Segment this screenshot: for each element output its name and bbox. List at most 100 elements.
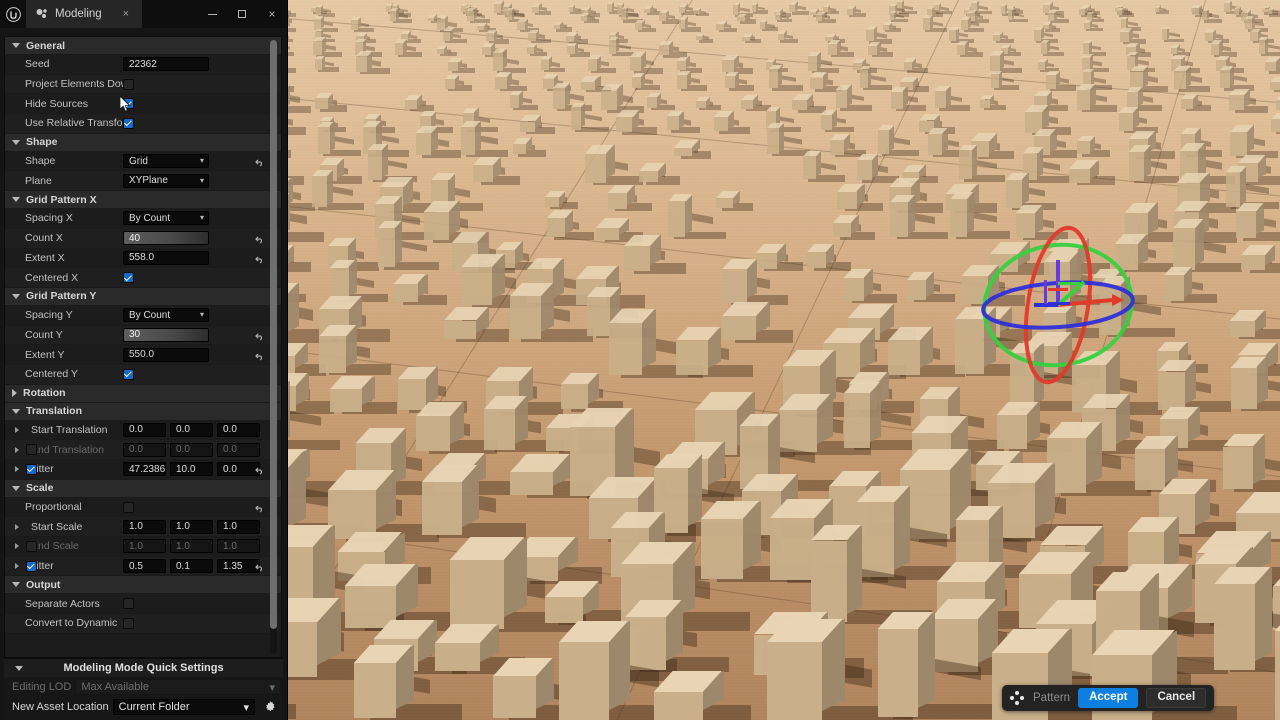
collapse-triangle-icon[interactable]	[12, 485, 20, 491]
expand-triangle-icon[interactable]	[15, 426, 19, 433]
reset-to-default-icon[interactable]	[253, 560, 265, 572]
enable-checkbox[interactable]	[26, 540, 37, 552]
expand-triangle-icon[interactable]	[15, 523, 19, 530]
start-translation-x-input[interactable]: 0.0	[123, 422, 166, 437]
property-row-spacing-x: Spacing X By Count ▾	[5, 209, 281, 229]
gear-icon[interactable]	[259, 700, 281, 714]
expand-triangle-icon[interactable]	[15, 446, 19, 453]
category-header-output[interactable]: Output	[5, 576, 281, 595]
reset-to-default-icon[interactable]	[253, 155, 265, 167]
jitter-x-input[interactable]: 47.2386	[123, 462, 166, 477]
centered-x-checkbox[interactable]	[123, 272, 134, 284]
property-label: Convert to Dynamic	[25, 617, 118, 630]
reset-to-default-icon[interactable]	[253, 252, 265, 264]
jitter-y-input[interactable]: 10.0	[170, 462, 213, 477]
quick-settings-header[interactable]: Modeling Mode Quick Settings	[4, 659, 283, 677]
collapse-triangle-icon[interactable]	[12, 139, 20, 145]
start-scale-z-input[interactable]: 1.0	[217, 519, 260, 534]
new-asset-location-dropdown[interactable]: Current Folder ▾	[112, 699, 255, 715]
reset-to-default-icon[interactable]	[253, 501, 265, 513]
end-scale-x-input[interactable]: 1.0	[123, 539, 166, 554]
maximize-button[interactable]	[227, 0, 257, 28]
collapse-triangle-icon[interactable]	[12, 293, 20, 299]
new-asset-location-row: New Asset Location Current Folder ▾	[4, 697, 283, 717]
start-translation-y-input[interactable]: 0.0	[170, 422, 213, 437]
plane-value: XYPlane	[129, 175, 168, 187]
enable-checkbox[interactable]	[26, 463, 37, 475]
property-label: Jitter	[31, 463, 54, 476]
editing-lod-value: Max Available	[81, 681, 149, 693]
end-scale-z-input[interactable]: 1.0	[217, 539, 260, 554]
end-scale-y-input[interactable]: 1.0	[170, 539, 213, 554]
project-elements-down-checkbox[interactable]	[123, 78, 134, 90]
count-x-input[interactable]: 40	[123, 231, 209, 246]
category-header-rotation[interactable]: Rotation	[5, 384, 281, 403]
spacing-x-dropdown[interactable]: By Count ▾	[123, 211, 209, 226]
expand-triangle-icon[interactable]	[12, 389, 17, 398]
use-relative-transforms-checkbox[interactable]	[123, 117, 134, 129]
property-row-centered-y: Centered Y	[5, 364, 281, 385]
convert-to-dynamic-checkbox[interactable]	[123, 617, 134, 629]
start-translation-z-input[interactable]: 0.0	[217, 422, 260, 437]
end-translation-z-input[interactable]: 0.0	[217, 442, 260, 457]
category-header-scale[interactable]: Scale	[5, 479, 281, 498]
property-label: Project Elements Down	[25, 78, 123, 91]
property-list[interactable]: General Seed 22362Project Elements Down Hid…	[4, 36, 282, 658]
transform-gizmo[interactable]	[974, 222, 1142, 388]
category-label: Output	[26, 578, 61, 591]
enable-checkbox[interactable]	[26, 444, 37, 456]
end-translation-y-input[interactable]: 0.0	[170, 442, 213, 457]
property-label: Spacing Y	[25, 309, 73, 322]
jitter-y-input[interactable]: 0.1	[170, 559, 213, 574]
reset-to-default-icon[interactable]	[253, 329, 265, 341]
property-label: Count Y	[25, 328, 63, 341]
collapse-triangle-icon[interactable]	[12, 408, 20, 414]
centered-y-checkbox[interactable]	[123, 368, 134, 380]
extent-x-input[interactable]: 558.0	[123, 250, 209, 265]
expand-triangle-icon[interactable]	[15, 563, 19, 570]
start-scale-x-input[interactable]: 1.0	[123, 519, 166, 534]
category-header-translation[interactable]: Translation	[5, 402, 281, 421]
enable-checkbox[interactable]	[26, 560, 37, 572]
seed-input[interactable]: 22362	[123, 57, 209, 72]
collapse-triangle-icon[interactable]	[12, 582, 20, 588]
category-header-grid-pattern-x[interactable]: Grid Pattern X	[5, 191, 281, 210]
plane-dropdown[interactable]: XYPlane ▾	[123, 173, 209, 188]
reset-to-default-icon[interactable]	[253, 232, 265, 244]
property-row-count-y: Count Y 30	[5, 325, 281, 346]
collapse-triangle-icon[interactable]	[12, 43, 20, 48]
extent-y-input[interactable]: 550.0	[123, 347, 209, 362]
3d-viewport[interactable]: Pattern Accept Cancel	[288, 0, 1280, 720]
close-button[interactable]: ×	[257, 0, 287, 28]
category-header-grid-pattern-y[interactable]: Grid Pattern Y	[5, 287, 281, 306]
spacing-y-dropdown[interactable]: By Count ▾	[123, 308, 209, 323]
collapse-triangle-icon[interactable]	[12, 197, 20, 203]
tool-accept-bar: Pattern Accept Cancel	[1002, 685, 1215, 711]
expand-triangle-icon[interactable]	[15, 466, 19, 473]
category-header-shape[interactable]: Shape	[5, 133, 281, 152]
start-translation-vector: 0.0 0.0 0.0	[123, 422, 260, 437]
cancel-button[interactable]: Cancel	[1146, 687, 1207, 709]
scrollbar-thumb[interactable]	[270, 40, 277, 630]
jitter-x-input[interactable]: 0.5	[123, 559, 166, 574]
reset-to-default-icon[interactable]	[253, 463, 265, 475]
tab-modeling[interactable]: Modeling ×	[26, 0, 142, 28]
count-y-input[interactable]: 30	[123, 327, 209, 342]
property-label: Extent X	[25, 251, 65, 264]
tab-close-icon[interactable]: ×	[120, 8, 132, 20]
shape-dropdown[interactable]: Grid ▾	[123, 154, 209, 169]
property-list-scrollbar[interactable]	[270, 40, 277, 654]
reset-to-default-icon[interactable]	[253, 349, 265, 361]
chevron-down-icon: ▾	[199, 213, 204, 223]
property-row-shape: Shape Grid ▾	[5, 152, 281, 172]
minimize-button[interactable]	[197, 0, 227, 28]
window-titlebar[interactable]: Modeling × ×	[0, 0, 287, 28]
property-label: Count X	[25, 232, 63, 245]
expand-triangle-icon[interactable]	[15, 543, 19, 550]
accept-button[interactable]: Accept	[1078, 687, 1139, 709]
separate-actors-checkbox[interactable]	[123, 598, 134, 610]
proportional-checkbox[interactable]	[123, 501, 134, 513]
end-translation-x-input[interactable]: 0.0	[123, 442, 166, 457]
start-scale-y-input[interactable]: 1.0	[170, 519, 213, 534]
category-header-general[interactable]: General	[5, 37, 281, 55]
